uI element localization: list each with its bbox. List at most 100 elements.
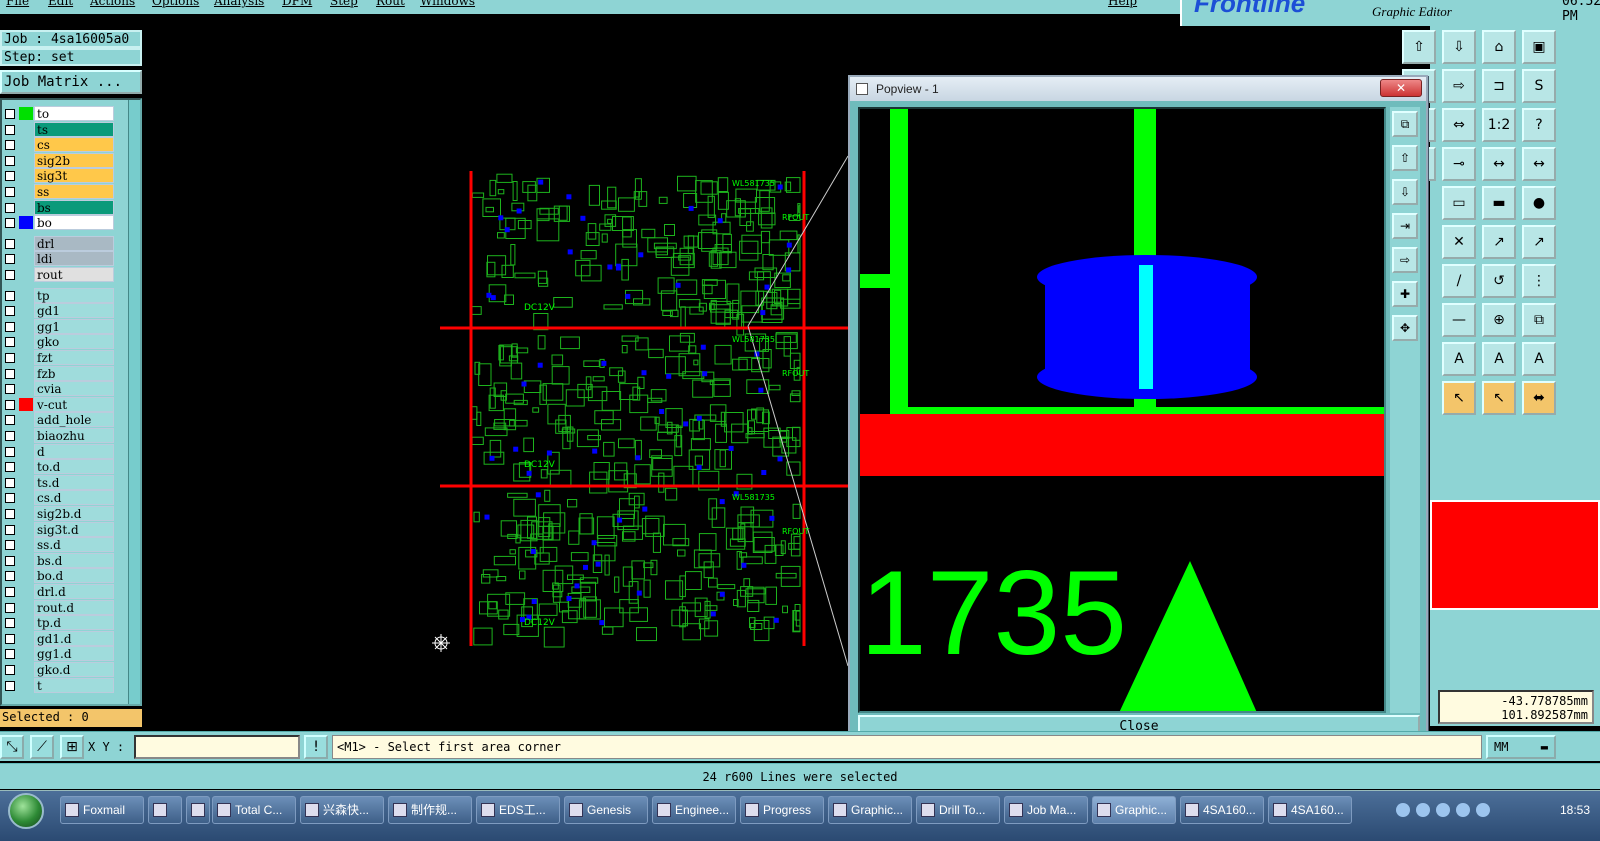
layer-name[interactable]: fzt	[34, 350, 114, 365]
taskbar-item[interactable]: 兴森快...	[300, 796, 384, 824]
taskbar-item[interactable]: Graphic...	[1092, 796, 1176, 824]
layer-checkbox[interactable]	[5, 665, 15, 675]
move-icon[interactable]: ⇔	[1442, 108, 1476, 142]
layer-checkbox[interactable]	[5, 524, 15, 535]
layer-row[interactable]: gg1.d	[2, 646, 116, 662]
layer-checkbox[interactable]	[5, 109, 15, 119]
layer-name[interactable]: bs	[34, 199, 114, 215]
layer-checkbox[interactable]	[5, 321, 15, 332]
menu-options[interactable]: Options	[152, 0, 199, 8]
layer-row[interactable]: add_hole	[2, 412, 116, 428]
layer-name[interactable]: bo.d	[34, 568, 114, 584]
layer-checkbox[interactable]	[5, 477, 15, 488]
tray-network-icon[interactable]	[1396, 803, 1410, 817]
line-icon[interactable]: ▭	[1442, 186, 1476, 220]
layer-name[interactable]: sig3t.d	[34, 521, 114, 537]
zoom-area-icon[interactable]: ⤡	[0, 735, 24, 759]
popview-push-icon[interactable]: ⇧	[1392, 145, 1418, 171]
layer-checkbox[interactable]	[5, 290, 15, 301]
delete-icon[interactable]: ✕	[1442, 225, 1476, 259]
layer-name[interactable]: cs	[34, 137, 114, 153]
layer-checkbox[interactable]	[5, 337, 15, 348]
taskbar-item[interactable]: 4SA160...	[1268, 796, 1352, 824]
layer-checkbox[interactable]	[5, 171, 15, 182]
start-button[interactable]	[8, 793, 44, 829]
layer-checkbox[interactable]	[5, 399, 15, 410]
layer-checkbox[interactable]	[5, 254, 15, 265]
taskbar-item[interactable]: Progress	[740, 796, 824, 824]
minus-icon[interactable]: —	[1442, 303, 1476, 337]
select-icon[interactable]: ↖	[1482, 381, 1516, 415]
layer-checkbox[interactable]	[5, 633, 15, 644]
pop-layer-icon[interactable]: ⇩	[1442, 30, 1476, 64]
taskbar-item[interactable]: Job Ma...	[1004, 796, 1088, 824]
layer-name[interactable]: cvia	[34, 381, 114, 397]
layer-checkbox[interactable]	[5, 384, 15, 395]
layer-row[interactable]: drl	[2, 235, 116, 251]
layer-name[interactable]: ss.d	[34, 537, 114, 553]
layer-checkbox[interactable]	[5, 187, 15, 197]
layer-row[interactable]: gd1.d	[2, 630, 116, 646]
taskbar-item[interactable]: Foxmail	[60, 796, 144, 824]
layer-row[interactable]: to	[2, 106, 116, 121]
layer-row[interactable]: cs.d	[2, 490, 116, 506]
draw-line-icon[interactable]: /	[1442, 264, 1476, 298]
layer-row[interactable]: ldi	[2, 251, 116, 267]
layer-name[interactable]: sig3t	[34, 168, 114, 184]
layer-row[interactable]: t	[2, 677, 116, 693]
layout-icon[interactable]: ▣	[1522, 30, 1556, 64]
popview-pop-icon[interactable]: ⇩	[1392, 179, 1418, 205]
taskbar-item[interactable]: Enginee...	[652, 796, 736, 824]
layer-row[interactable]: bs	[2, 199, 116, 215]
layer-row[interactable]: tp.d	[2, 615, 116, 631]
menu-actions[interactable]: Actions	[90, 0, 135, 8]
menu-rout[interactable]: Rout	[376, 0, 405, 8]
layer-row[interactable]: drl.d	[2, 584, 116, 599]
layer-name[interactable]: biaozhu	[34, 428, 114, 443]
layer-row[interactable]: fzt	[2, 350, 116, 365]
arc-icon[interactable]: ↺	[1482, 264, 1516, 298]
home-icon[interactable]: ⌂	[1482, 30, 1516, 64]
scale-icon[interactable]: 1:2	[1482, 108, 1516, 142]
layer-checkbox[interactable]	[5, 587, 15, 597]
tray-help-icon[interactable]	[1416, 803, 1430, 817]
layer-row[interactable]: sig3t.d	[2, 521, 116, 537]
layer-row[interactable]: fzb	[2, 365, 116, 381]
move-point-icon[interactable]: ↗	[1522, 225, 1556, 259]
split-icon[interactable]: ⊸	[1442, 147, 1476, 181]
layer-row[interactable]: ss	[2, 184, 116, 199]
grid-icon[interactable]: ⊞	[60, 735, 84, 759]
curve-icon[interactable]: S	[1522, 69, 1556, 103]
popview-canvas[interactable]: 1735	[858, 107, 1386, 713]
layer-row[interactable]: tp	[2, 287, 116, 303]
units-selector[interactable]: MM ▬	[1486, 735, 1556, 759]
text-c-icon[interactable]: A	[1522, 342, 1556, 376]
layer-name[interactable]: rout	[34, 267, 114, 282]
layer-name[interactable]: sig2b.d	[34, 506, 114, 521]
layer-checkbox[interactable]	[5, 571, 15, 582]
copy-icon[interactable]: ⇨	[1442, 69, 1476, 103]
layer-checkbox[interactable]	[5, 306, 15, 317]
layer-name[interactable]: rout.d	[34, 599, 114, 615]
taskbar-item[interactable]	[186, 796, 210, 824]
measure-icon[interactable]: ⟋	[30, 735, 54, 759]
menu-step[interactable]: Step	[330, 0, 358, 8]
taskbar-item[interactable]	[148, 796, 182, 824]
taskbar-item[interactable]: Drill To...	[916, 796, 1000, 824]
text-b-icon[interactable]: A	[1482, 342, 1516, 376]
layer-checkbox[interactable]	[5, 140, 15, 151]
layer-row[interactable]: bo.d	[2, 568, 116, 584]
help-icon[interactable]: ?	[1522, 108, 1556, 142]
window-close-icon[interactable]: ✕	[1380, 79, 1422, 97]
layer-checkbox[interactable]	[5, 540, 15, 551]
layer-row[interactable]: d	[2, 443, 116, 459]
layer-row[interactable]: bo	[2, 215, 116, 231]
layer-name[interactable]: gg1	[34, 318, 114, 334]
layer-row[interactable]: ts.d	[2, 474, 116, 490]
layer-name[interactable]: gko	[34, 334, 114, 350]
layer-name[interactable]: t	[34, 677, 114, 693]
layer-name[interactable]: gg1.d	[34, 646, 114, 662]
swap-icon[interactable]: ⧉	[1522, 303, 1556, 337]
layer-row[interactable]: bs.d	[2, 552, 116, 568]
layer-row[interactable]: rout	[2, 267, 116, 282]
